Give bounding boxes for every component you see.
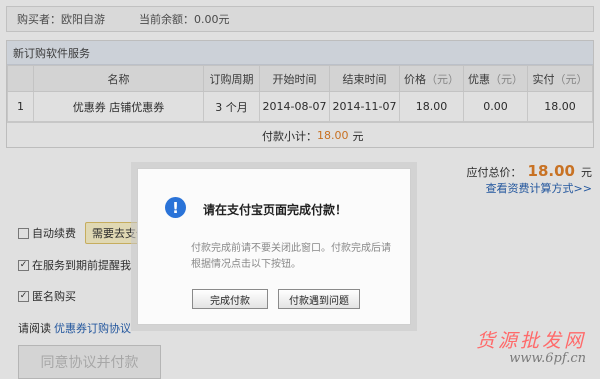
dialog-message: 付款完成前请不要关闭此窗口。付款完成后请根据情况点击以下按钮。 xyxy=(191,243,391,270)
payment-dialog: ! 请在支付宝页面完成付款！ 付款完成前请不要关闭此窗口。付款完成后请根据情况点… xyxy=(137,168,411,325)
watermark-url: www.6pf.cn xyxy=(509,351,586,366)
payment-problem-button[interactable]: 付款遇到问题 xyxy=(278,289,360,309)
dialog-title: 请在支付宝页面完成付款！ xyxy=(203,203,348,217)
watermark-title: 货源批发网 xyxy=(475,330,586,352)
info-icon: ! xyxy=(165,197,186,218)
payment-done-button[interactable]: 完成付款 xyxy=(192,289,268,309)
